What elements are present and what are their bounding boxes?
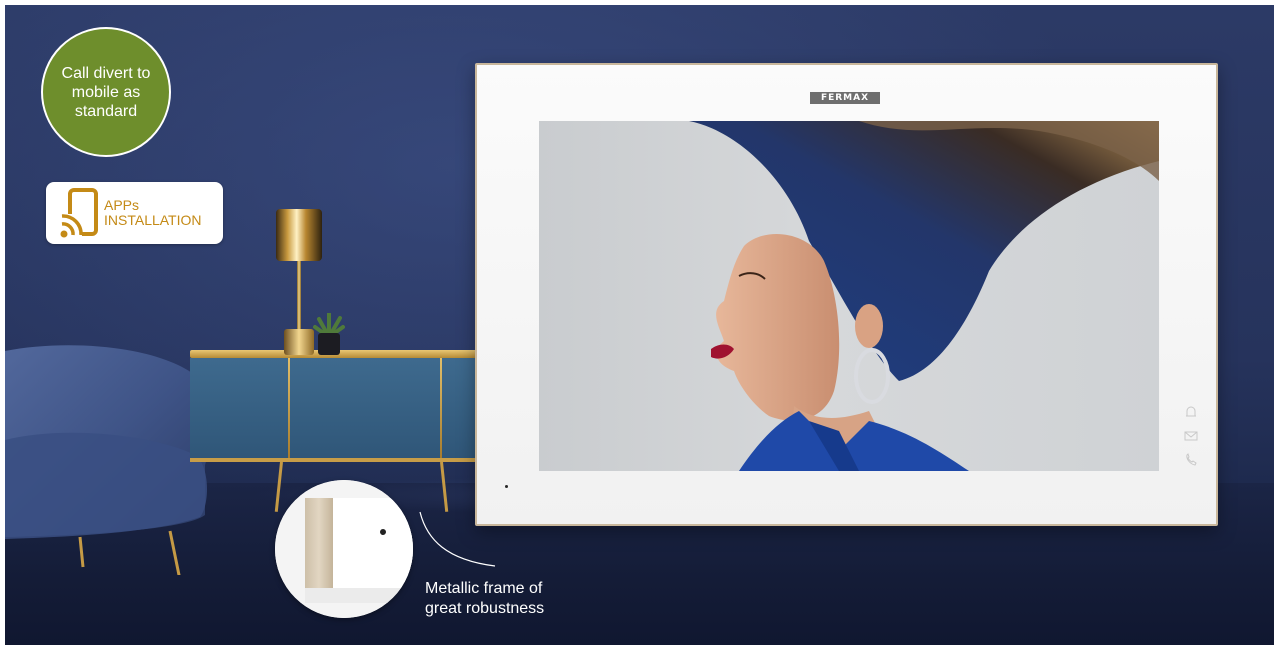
- frame-corner-image: [275, 480, 413, 618]
- mail-icon[interactable]: [1183, 429, 1199, 443]
- apps-label-line1: APPs: [104, 197, 140, 213]
- apps-installation-label: APPs INSTALLATION: [104, 198, 202, 228]
- sideboard-seam: [288, 358, 290, 460]
- callout-line: [419, 511, 496, 567]
- lamp-base: [284, 329, 314, 355]
- apps-installation-badge: APPs INSTALLATION: [46, 182, 223, 244]
- lamp-stem: [297, 261, 301, 331]
- touch-keys: [1183, 405, 1203, 485]
- brand-logo: FERMAX: [810, 92, 880, 104]
- video-monitor: FERMAX: [475, 63, 1218, 526]
- status-led: [505, 485, 508, 488]
- plant-pot: [318, 333, 340, 355]
- sideboard-body: [190, 358, 490, 460]
- phone-icon[interactable]: [1183, 453, 1199, 467]
- bell-icon[interactable]: [1183, 405, 1199, 419]
- sideboard: [190, 350, 490, 512]
- frame-detail-closeup: [275, 480, 413, 618]
- armchair: [5, 345, 213, 575]
- apps-label-line2: INSTALLATION: [104, 212, 202, 228]
- call-divert-text: Call divert to mobile as standard: [61, 64, 151, 120]
- frame-caption-line2: great robustness: [425, 600, 545, 617]
- product-scene: Call divert to mobile as standard APPs I…: [5, 5, 1274, 645]
- sideboard-top: [190, 350, 490, 358]
- sideboard-seam: [440, 358, 442, 460]
- monitor-screen: [539, 121, 1159, 471]
- mobile-wifi-icon: [60, 188, 98, 238]
- sideboard-bottom: [190, 458, 490, 462]
- call-divert-badge: Call divert to mobile as standard: [41, 27, 171, 157]
- screen-portrait-image: [689, 121, 1159, 471]
- lamp-shade: [276, 209, 322, 261]
- frame-caption-line1: Metallic frame of: [425, 580, 543, 597]
- frame-detail-caption: Metallic frame of great robustness: [425, 579, 544, 619]
